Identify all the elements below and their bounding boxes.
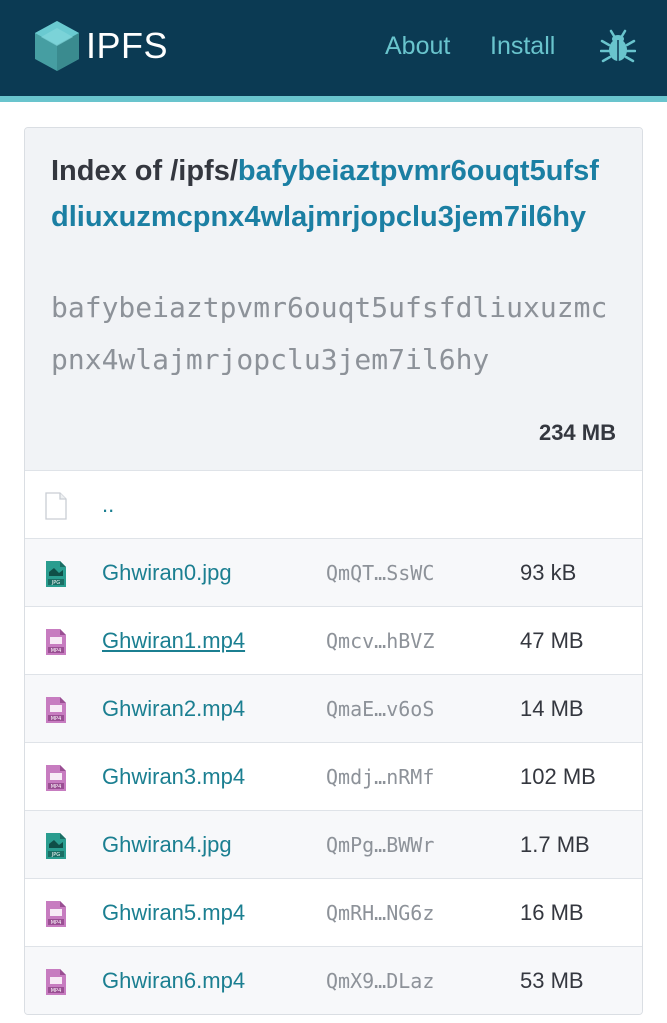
index-title-prefix: Index of /ipfs/ bbox=[51, 155, 238, 187]
nav-install-link[interactable]: Install bbox=[490, 28, 555, 64]
directory-listing-card: Index of /ipfs/bafybeiaztpvmr6ouqt5ufsfd… bbox=[24, 127, 643, 1015]
file-name-link[interactable]: Ghwiran4.jpg bbox=[102, 811, 232, 879]
file-hash[interactable]: Qmcv…hBVZ bbox=[326, 607, 434, 675]
jpg-file-icon: JPG bbox=[46, 561, 66, 587]
svg-text:MP4: MP4 bbox=[51, 920, 62, 926]
index-title: Index of /ipfs/bafybeiaztpvmr6ouqt5ufsfd… bbox=[51, 148, 611, 240]
mp4-file-icon: MP4 bbox=[46, 765, 66, 791]
file-size: 16 MB bbox=[520, 900, 584, 925]
file-icon bbox=[45, 492, 67, 520]
brand-name[interactable]: IPFS bbox=[86, 24, 168, 68]
listing-header: Index of /ipfs/bafybeiaztpvmr6ouqt5ufsfd… bbox=[25, 128, 642, 471]
svg-text:MP4: MP4 bbox=[51, 716, 62, 722]
file-size: 53 MB bbox=[520, 968, 584, 993]
file-hash[interactable]: Qmdj…nRMf bbox=[326, 743, 434, 811]
mp4-file-icon: MP4 bbox=[46, 901, 66, 927]
file-size: 93 kB bbox=[520, 560, 577, 585]
svg-text:MP4: MP4 bbox=[51, 988, 62, 994]
ipfs-cube-icon[interactable] bbox=[34, 20, 80, 72]
bug-icon[interactable] bbox=[600, 28, 636, 64]
file-name-link[interactable]: Ghwiran1.mp4 bbox=[102, 607, 245, 675]
parent-directory-link[interactable]: .. bbox=[102, 471, 114, 539]
cid-text: bafybeiaztpvmr6ouqt5ufsfdliuxuzmcpnx4wla… bbox=[51, 291, 608, 376]
svg-text:MP4: MP4 bbox=[51, 648, 62, 654]
nav-about-link[interactable]: About bbox=[385, 28, 450, 64]
svg-text:MP4: MP4 bbox=[51, 784, 62, 790]
file-hash[interactable]: QmX9…DLaz bbox=[326, 947, 434, 1014]
file-size: 47 MB bbox=[520, 628, 584, 653]
file-row: MP4 Ghwiran3.mp4 Qmdj…nRMf 102 MB bbox=[25, 743, 642, 811]
file-row: MP4 Ghwiran1.mp4 Qmcv…hBVZ 47 MB bbox=[25, 607, 642, 675]
file-row: MP4 Ghwiran5.mp4 QmRH…NG6z 16 MB bbox=[25, 879, 642, 947]
accent-stripe bbox=[0, 96, 667, 102]
file-hash[interactable]: QmRH…NG6z bbox=[326, 879, 434, 947]
svg-text:JPG: JPG bbox=[51, 852, 60, 858]
file-name-link[interactable]: Ghwiran2.mp4 bbox=[102, 675, 245, 743]
file-name-link[interactable]: Ghwiran0.jpg bbox=[102, 539, 232, 607]
file-hash[interactable]: QmQT…SsWC bbox=[326, 539, 434, 607]
file-name-link[interactable]: Ghwiran5.mp4 bbox=[102, 879, 245, 947]
file-size: 1.7 MB bbox=[520, 832, 590, 857]
file-row: MP4 Ghwiran6.mp4 QmX9…DLaz 53 MB bbox=[25, 947, 642, 1014]
file-hash[interactable]: QmaE…v6oS bbox=[326, 675, 434, 743]
mp4-file-icon: MP4 bbox=[46, 969, 66, 995]
file-name-link[interactable]: Ghwiran6.mp4 bbox=[102, 947, 245, 1014]
file-size: 14 MB bbox=[520, 696, 584, 721]
svg-text:JPG: JPG bbox=[51, 580, 60, 586]
jpg-file-icon: JPG bbox=[46, 833, 66, 859]
file-size: 102 MB bbox=[520, 764, 596, 789]
file-name-link[interactable]: Ghwiran3.mp4 bbox=[102, 743, 245, 811]
file-row: MP4 Ghwiran2.mp4 QmaE…v6oS 14 MB bbox=[25, 675, 642, 743]
parent-directory-row[interactable]: .. bbox=[25, 471, 642, 539]
total-size: 234 MB bbox=[538, 420, 616, 445]
file-row: JPG Ghwiran4.jpg QmPg…BWWr 1.7 MB bbox=[25, 811, 642, 879]
file-row: JPG Ghwiran0.jpg QmQT…SsWC 93 kB bbox=[25, 539, 642, 607]
mp4-file-icon: MP4 bbox=[46, 697, 66, 723]
mp4-file-icon: MP4 bbox=[46, 629, 66, 655]
file-hash[interactable]: QmPg…BWWr bbox=[326, 811, 434, 879]
